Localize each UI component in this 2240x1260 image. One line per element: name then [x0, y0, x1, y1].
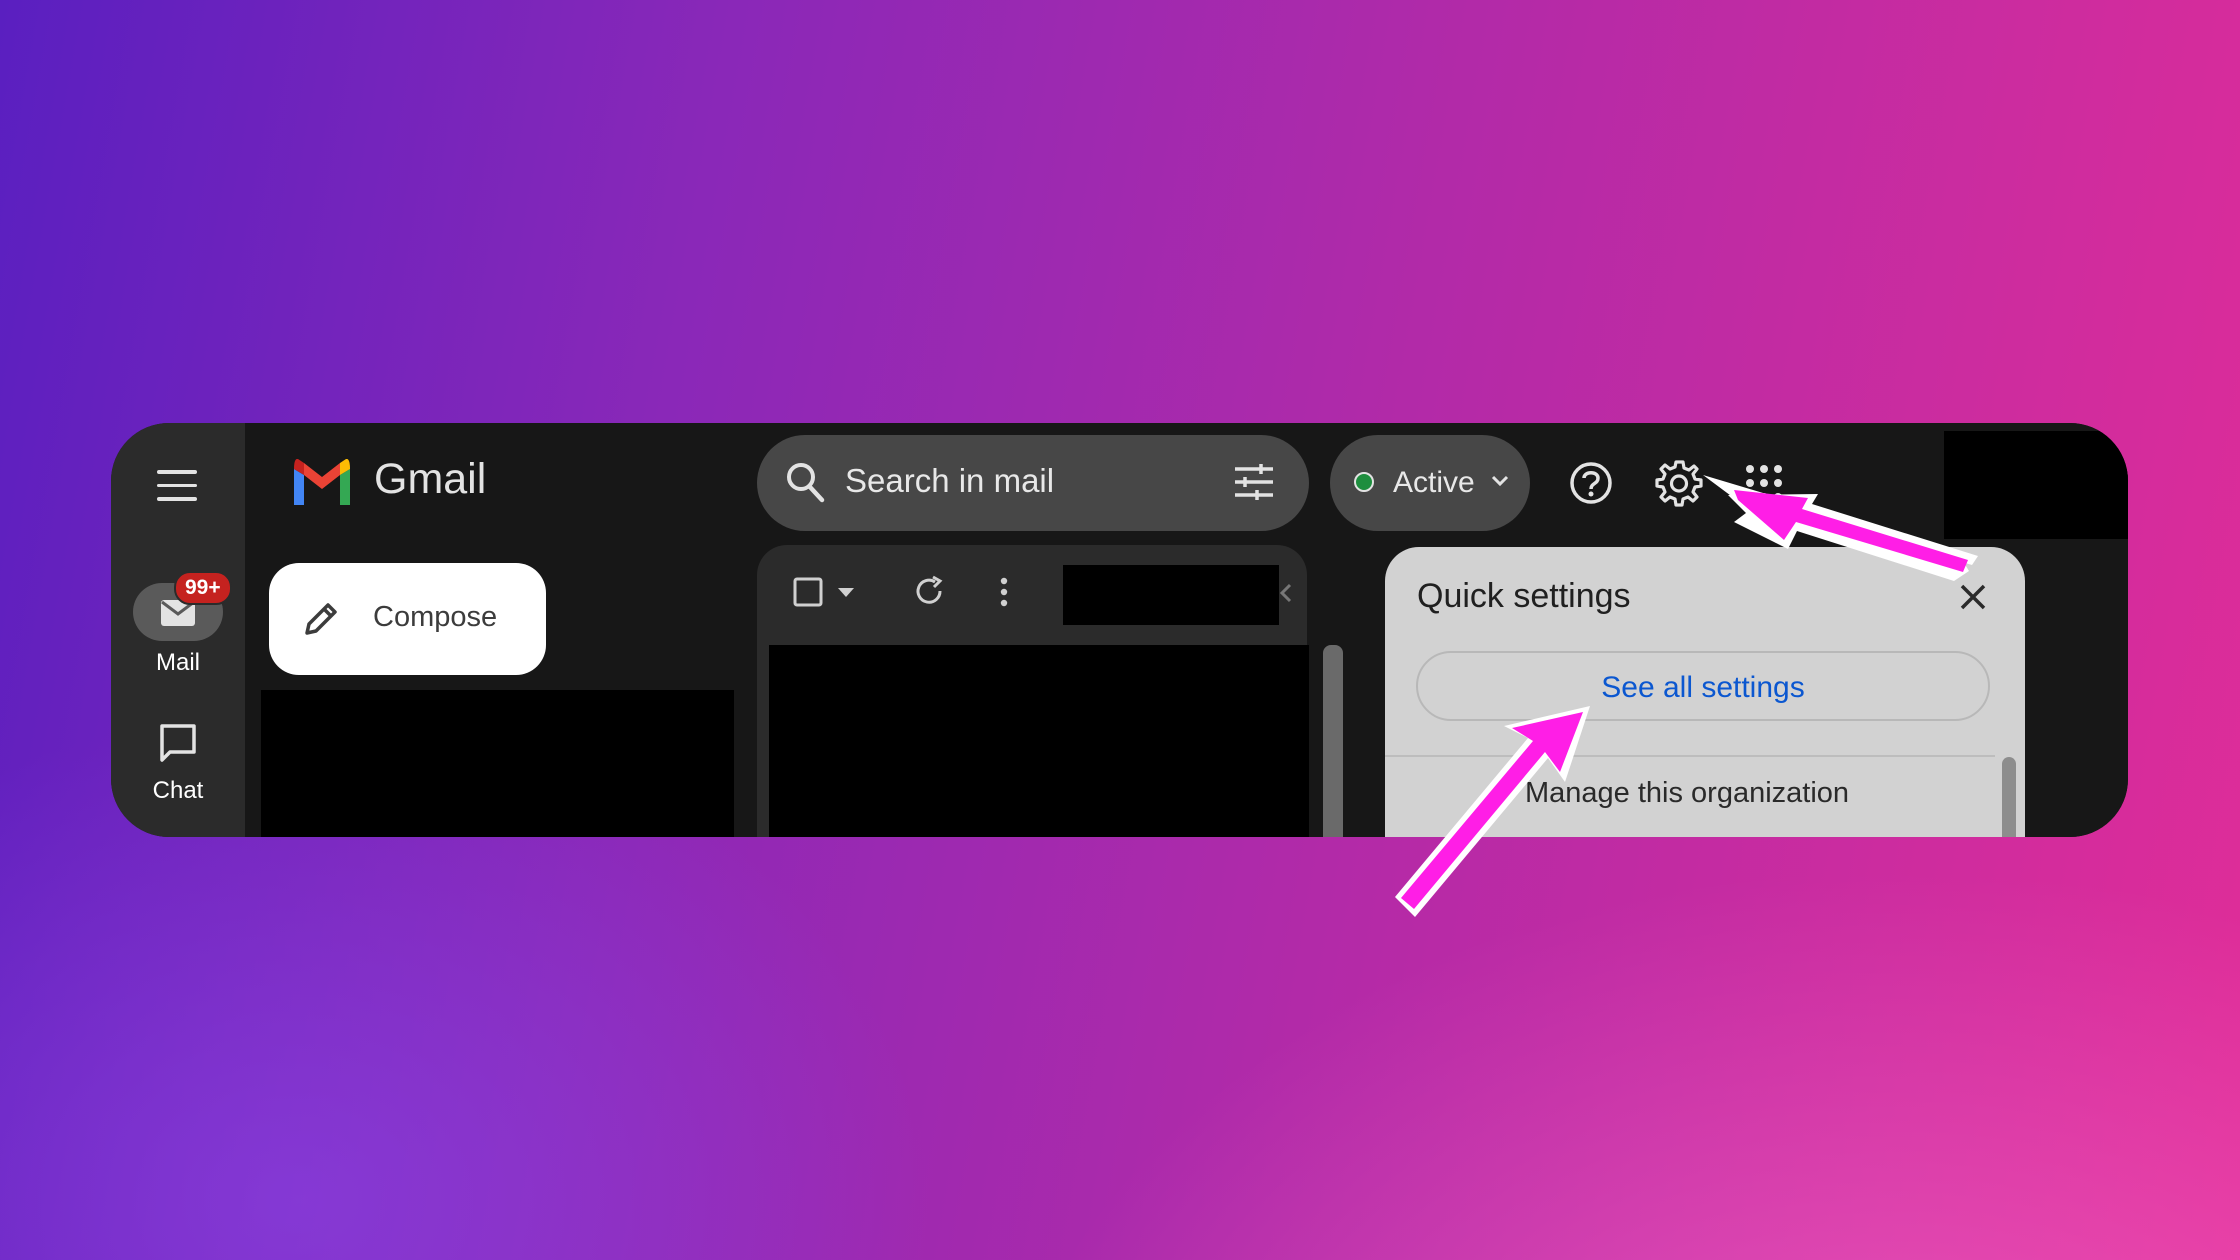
redacted-message-list [769, 645, 1309, 837]
search-icon[interactable] [785, 461, 825, 503]
mail-nav-label: Mail [155, 649, 200, 676]
search-input[interactable]: Search in mail [845, 462, 1054, 500]
compose-label: Compose [373, 601, 498, 633]
search-bar[interactable]: Search in mail [757, 435, 1309, 531]
more-vert-icon[interactable] [999, 577, 1009, 607]
status-dot [1354, 472, 1374, 492]
message-list-panel [757, 545, 1343, 837]
list-scrollbar[interactable] [1323, 645, 1343, 837]
quick-settings-panel: Quick settings See all settings Manage t… [1385, 547, 2025, 837]
qs-divider [1385, 755, 1995, 757]
main-content: Gmail Compose Search in mail Active Quic… [245, 423, 2128, 837]
redacted-pagination [1063, 565, 1279, 625]
gmail-window: 99+ Mail Chat Gmail Compose Search in ma… [111, 423, 2128, 837]
compose-button[interactable]: Compose [269, 563, 546, 675]
refresh-icon[interactable] [913, 575, 945, 607]
status-label: Active [1393, 466, 1475, 499]
manage-organization-link[interactable]: Manage this organization [1525, 777, 1849, 810]
apps-grid-icon[interactable] [1744, 463, 1784, 503]
chevron-left-icon[interactable] [1279, 583, 1293, 603]
checkbox-icon[interactable] [793, 577, 823, 607]
chevron-down-icon [1491, 475, 1509, 487]
help-icon[interactable] [1569, 461, 1613, 505]
pencil-icon [305, 603, 337, 635]
quick-settings-title: Quick settings [1417, 577, 1631, 615]
unread-badge: 99+ [174, 571, 232, 605]
qs-scrollbar[interactable] [2002, 757, 2016, 837]
gear-icon[interactable] [1655, 459, 1703, 507]
status-dropdown[interactable]: Active [1330, 435, 1530, 531]
caret-down-icon[interactable] [837, 587, 855, 599]
app-name: Gmail [374, 455, 487, 503]
menu-icon[interactable] [157, 470, 197, 502]
redacted-account-area [1944, 431, 2128, 539]
gmail-logo[interactable] [290, 459, 354, 507]
see-all-settings-button[interactable]: See all settings [1416, 651, 1990, 721]
chat-nav-label: Chat [152, 777, 204, 804]
chat-icon[interactable] [159, 723, 197, 763]
nav-rail: 99+ Mail Chat [111, 423, 245, 837]
filter-icon[interactable] [1233, 463, 1275, 501]
redacted-folder-list [261, 690, 734, 837]
close-icon[interactable] [1959, 583, 1987, 611]
